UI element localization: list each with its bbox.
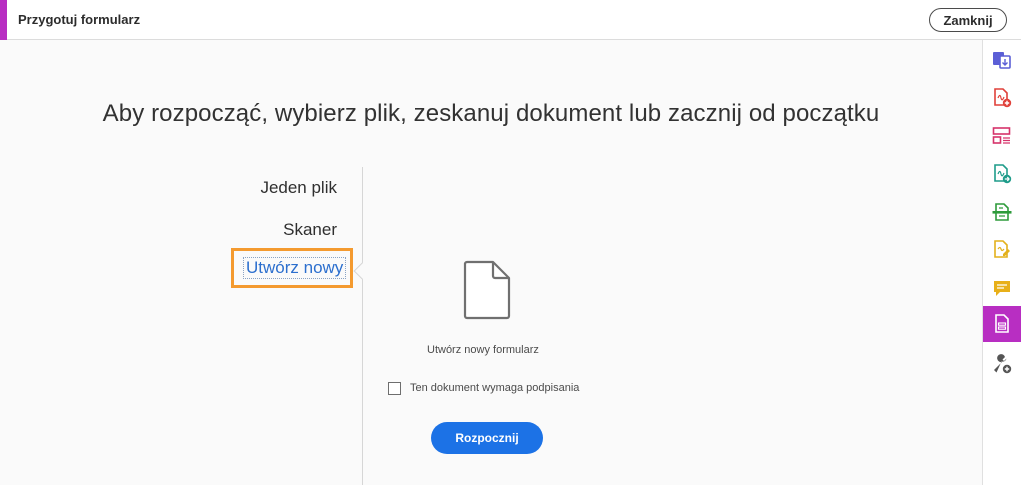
- tool-title: Przygotuj formularz: [18, 12, 141, 27]
- main-panel: Aby rozpocząć, wybierz plik, zeskanuj do…: [0, 40, 982, 485]
- organize-pages-icon[interactable]: [983, 118, 1021, 154]
- option-single-file[interactable]: Jeden plik: [260, 178, 337, 198]
- selection-caret: [353, 262, 371, 280]
- document-icon: [463, 259, 513, 326]
- fill-sign-icon[interactable]: [983, 232, 1021, 268]
- signature-checkbox[interactable]: [388, 382, 401, 395]
- tool-rail: [982, 40, 1021, 485]
- more-tools-icon[interactable]: [983, 346, 1021, 382]
- tool-accent-strip: [0, 0, 7, 40]
- create-pdf-icon[interactable]: [983, 80, 1021, 116]
- prepare-form-icon[interactable]: [983, 306, 1021, 342]
- option-scanner[interactable]: Skaner: [283, 220, 337, 240]
- create-form-caption: Utwórz nowy formularz: [427, 344, 539, 356]
- page-headline: Aby rozpocząć, wybierz plik, zeskanuj do…: [102, 100, 880, 127]
- start-button[interactable]: Rozpocznij: [431, 422, 543, 454]
- scan-ocr-icon[interactable]: [983, 194, 1021, 230]
- vertical-divider: [362, 167, 363, 485]
- combine-files-icon[interactable]: [983, 42, 1021, 78]
- top-bar: Przygotuj formularz Zamknij: [0, 0, 1021, 40]
- comment-icon[interactable]: [983, 270, 1021, 306]
- close-button[interactable]: Zamknij: [929, 8, 1007, 32]
- option-create-new-label: Utwórz nowy: [243, 257, 347, 279]
- export-pdf-icon[interactable]: [983, 156, 1021, 192]
- option-create-new[interactable]: Utwórz nowy: [231, 248, 353, 288]
- signature-checkbox-label[interactable]: Ten dokument wymaga podpisania: [410, 382, 579, 394]
